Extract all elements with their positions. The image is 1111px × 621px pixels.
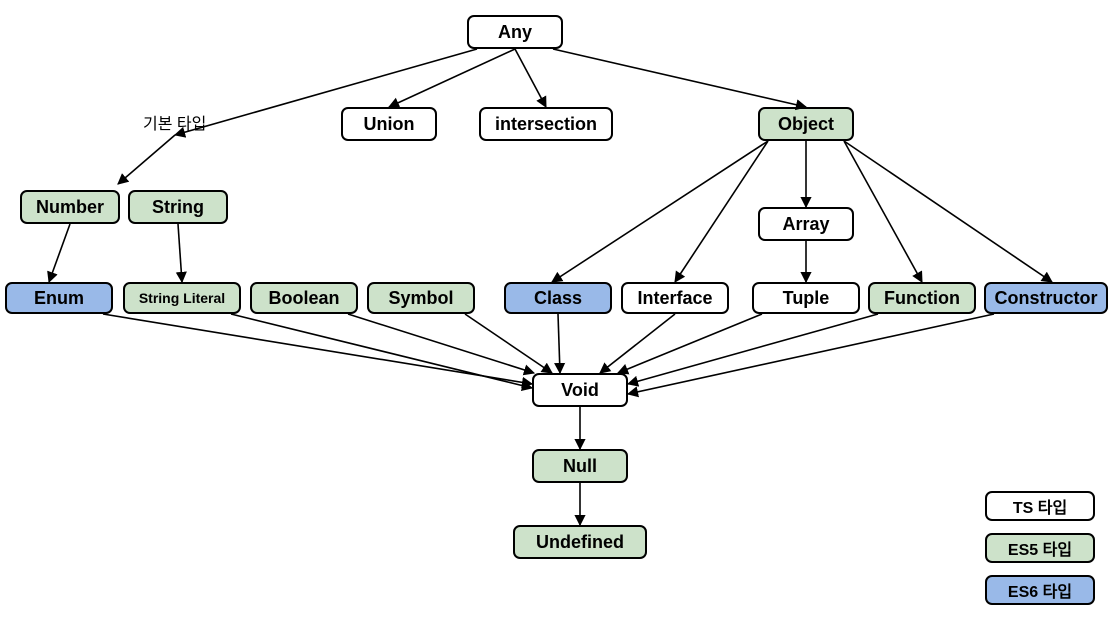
node-boolean: Boolean xyxy=(250,282,358,314)
node-any: Any xyxy=(467,15,563,49)
node-tuple: Tuple xyxy=(752,282,860,314)
legend-es5: ES5 타입 xyxy=(985,533,1095,563)
legend-es6: ES6 타입 xyxy=(985,575,1095,605)
node-union: Union xyxy=(341,107,437,141)
node-function: Function xyxy=(868,282,976,314)
node-void: Void xyxy=(532,373,628,407)
node-interface: Interface xyxy=(621,282,729,314)
node-intersection: intersection xyxy=(479,107,613,141)
legend-ts: TS 타입 xyxy=(985,491,1095,521)
node-number: Number xyxy=(20,190,120,224)
node-null: Null xyxy=(532,449,628,483)
node-array: Array xyxy=(758,207,854,241)
node-stringlit: String Literal xyxy=(123,282,241,314)
node-object: Object xyxy=(758,107,854,141)
node-symbol: Symbol xyxy=(367,282,475,314)
node-undefined: Undefined xyxy=(513,525,647,559)
node-class: Class xyxy=(504,282,612,314)
legend: TS 타입 ES5 타입 ES6 타입 xyxy=(985,491,1095,605)
label-basic-type: 기본 타입 xyxy=(143,110,206,134)
node-string: String xyxy=(128,190,228,224)
node-constructor: Constructor xyxy=(984,282,1108,314)
node-enum: Enum xyxy=(5,282,113,314)
